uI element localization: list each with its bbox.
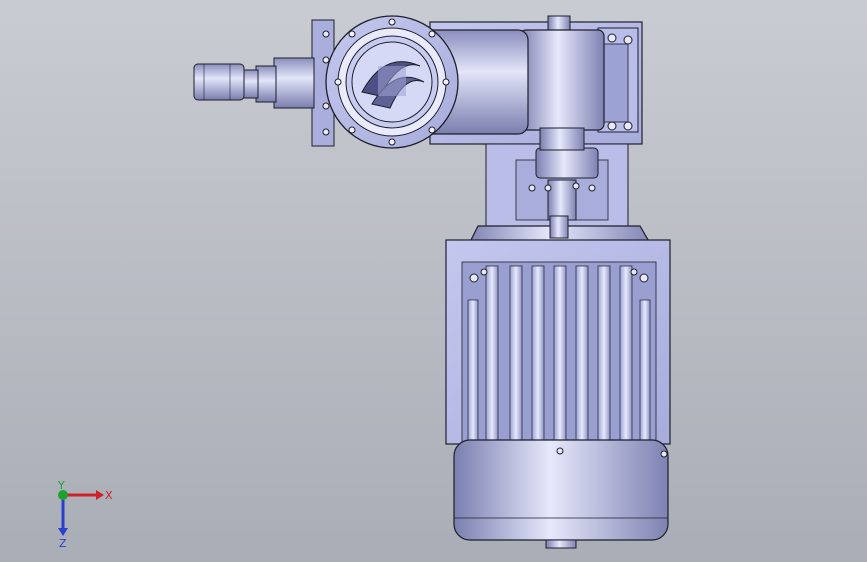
z-axis-label: Z (59, 537, 67, 550)
inlet-flange (311, 15, 459, 149)
cooling-fins (467, 265, 651, 445)
z-axis-arrowhead (58, 528, 68, 536)
motor-bracket (485, 143, 629, 227)
y-axis-label: Y (57, 480, 65, 492)
x-axis-arrowhead (96, 490, 104, 500)
input-shaft (193, 57, 315, 109)
cad-model-viewport[interactable] (0, 0, 867, 562)
motor-fan-cover (453, 439, 669, 549)
orientation-triad: X Y Z (57, 480, 113, 550)
x-axis-label: X (105, 489, 113, 502)
output-shaft (519, 15, 605, 151)
motor-body (445, 239, 671, 445)
